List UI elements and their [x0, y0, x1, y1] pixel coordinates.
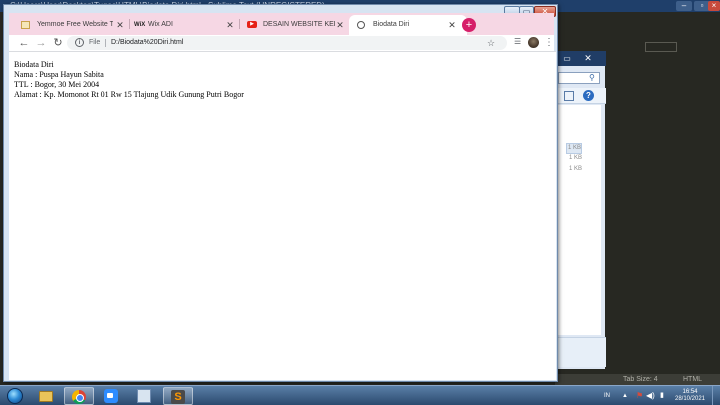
explorer-details-pane [556, 337, 606, 367]
tab-close-icon[interactable]: ✕ [115, 15, 125, 35]
zoom-icon [104, 389, 118, 403]
bookmark-star-icon[interactable]: ☆ [487, 36, 495, 50]
action-center-flag-icon[interactable]: ⚑ [636, 386, 643, 405]
taskbar-chrome[interactable] [64, 387, 94, 405]
windows-logo-icon [7, 388, 23, 404]
tab-wix-adi[interactable]: WiX Wix ADI ✕ [129, 15, 239, 35]
start-button[interactable] [2, 386, 28, 405]
tab-close-icon[interactable]: ✕ [225, 15, 235, 35]
url-separator [105, 39, 106, 47]
info-icon[interactable]: i [75, 38, 84, 47]
taskbar-sublime-text[interactable]: S [163, 387, 193, 405]
background-close-button[interactable]: × [708, 1, 720, 11]
explorer-titlebar: ▭ ✕ [556, 51, 606, 66]
page-viewport: Biodata Diri Nama : Puspa Hayun Sabita T… [9, 51, 556, 380]
tab-label: Wix ADI [148, 21, 173, 28]
reload-icon[interactable]: ↻ [51, 35, 65, 51]
language-indicator[interactable]: IN [604, 386, 610, 405]
name-line: Nama : Puspa Hayun Sabita [14, 70, 104, 79]
tab-yemmoe[interactable]: Yemmoe Free Website Tem ✕ [13, 15, 129, 35]
chrome-icon [72, 390, 86, 404]
taskbar: e S IN ▲ ⚑ ◀) ▮ 16:54 28/10/2021 [0, 385, 720, 405]
scheme-label: File [89, 39, 101, 46]
sublime-text-icon: S [171, 390, 185, 404]
editor-status-bar: Tab Size: 4 HTML [555, 374, 720, 385]
menu-kebab-icon[interactable]: ⋮ [544, 35, 554, 51]
birth-line: TTL : Bogor, 30 Mei 2004 [14, 80, 100, 89]
forward-arrow-icon[interactable]: → [34, 35, 48, 51]
tab-size-indicator[interactable]: Tab Size: 4 [623, 374, 658, 385]
show-hidden-icons-icon[interactable]: ▲ [622, 386, 628, 405]
explorer-minimize-button[interactable]: ▭ [560, 53, 574, 64]
explorer-toolbar: ? [556, 88, 606, 104]
youtube-icon: ▶ [247, 21, 257, 28]
url-text[interactable]: D:/Biodata%20Diri.html [111, 36, 183, 50]
help-icon[interactable]: ? [583, 90, 594, 101]
page-heading: Biodata Diri [14, 60, 54, 69]
browser-toolbar: ← → ↻ i File D:/Biodata%20Diri.html ☆ ☰ … [9, 35, 554, 51]
address-bar[interactable]: i File D:/Biodata%20Diri.html ☆ [67, 36, 507, 50]
page-content: Biodata Diri Nama : Puspa Hayun Sabita T… [14, 60, 244, 100]
calculator-icon [137, 389, 151, 403]
network-icon[interactable]: ▮ [660, 386, 664, 405]
tab-label: Yemmoe Free Website Tem [37, 21, 113, 28]
explorer-close-button[interactable]: ✕ [578, 53, 598, 64]
explorer-search-input[interactable]: ⚲ [558, 72, 600, 84]
explorer-file-list: 1 KB 1 KB 1 KB [556, 105, 601, 335]
tab-desain-website[interactable]: ▶ DESAIN WEBSITE KEREN ✕ [239, 15, 349, 35]
system-tray: IN ▲ ⚑ ◀) ▮ 16:54 28/10/2021 [596, 386, 720, 405]
file-size: 1 KB [566, 143, 582, 154]
tab-label: Biodata Diri [373, 21, 410, 28]
clock-time[interactable]: 16:54 [676, 389, 704, 396]
tab-close-icon[interactable]: ✕ [335, 15, 345, 35]
taskbar-calculator[interactable] [130, 387, 160, 405]
new-tab-button[interactable]: + [462, 18, 476, 32]
view-options-icon[interactable] [564, 91, 574, 101]
taskbar-file-explorer[interactable] [32, 387, 62, 405]
editor-minimap[interactable] [645, 42, 677, 52]
file-size: 1 KB [568, 155, 582, 161]
address-line: Alamat : Kp. Momonot Rt 01 Rw 15 Tlajung… [14, 90, 244, 99]
wix-icon: WiX [134, 22, 146, 28]
globe-icon [357, 21, 365, 29]
clock-date[interactable]: 28/10/2021 [674, 396, 706, 403]
syntax-indicator[interactable]: HTML [683, 374, 702, 385]
back-arrow-icon[interactable]: ← [17, 35, 31, 51]
folder-icon [39, 391, 53, 402]
search-icon: ⚲ [589, 73, 595, 82]
background-minimize-button[interactable]: – [676, 1, 692, 11]
show-desktop-button[interactable] [712, 386, 720, 405]
profile-avatar[interactable] [528, 37, 539, 48]
tab-label: DESAIN WEBSITE KEREN [263, 21, 335, 28]
volume-icon[interactable]: ◀) [646, 386, 655, 405]
tab-biodata-diri[interactable]: Biodata Diri ✕ [349, 15, 467, 35]
tab-strip: Yemmoe Free Website Tem ✕ WiX Wix ADI ✕ … [9, 13, 554, 35]
tab-close-icon[interactable]: ✕ [447, 15, 457, 35]
background-explorer-window: ▭ ✕ ⚲ ? 1 KB 1 KB 1 KB [555, 51, 606, 369]
chrome-window: ▁ ▭ ✕ Yemmoe Free Website Tem ✕ WiX Wix … [3, 4, 558, 382]
taskbar-zoom[interactable] [97, 387, 127, 405]
folder-icon [21, 21, 30, 29]
file-size: 1 KB [568, 166, 582, 172]
reading-list-icon[interactable]: ☰ [514, 37, 523, 47]
